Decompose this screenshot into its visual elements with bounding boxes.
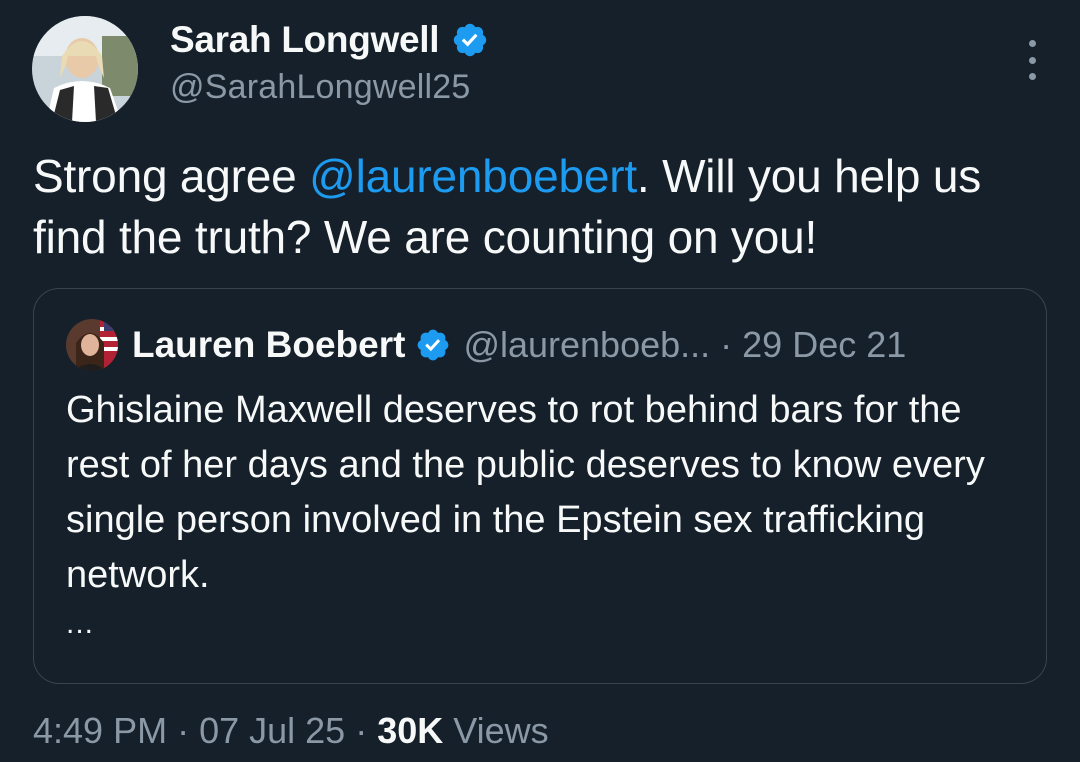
- meta-separator: ·: [177, 710, 200, 751]
- author-handle[interactable]: @SarahLongwell25: [170, 68, 470, 107]
- quoted-date: 29 Dec 21: [742, 324, 907, 365]
- quoted-author-name: Lauren Boebert: [132, 324, 406, 365]
- tweet-text-start: Strong agree: [33, 150, 310, 202]
- author-name[interactable]: Sarah Longwell: [170, 19, 440, 61]
- quoted-separator: ·: [720, 324, 733, 365]
- views-label[interactable]: Views: [453, 710, 548, 751]
- quoted-author-handle: @laurenboeb...: [463, 324, 711, 365]
- tweet-date[interactable]: 07 Jul 25: [199, 710, 345, 751]
- tweet-time[interactable]: 4:49 PM: [33, 710, 167, 751]
- views-count[interactable]: 30K: [377, 710, 443, 751]
- mention-link[interactable]: @laurenboebert: [309, 150, 637, 202]
- tweet-meta: 4:49 PM · 07 Jul 25 · 30K Views: [33, 710, 549, 752]
- dot: [1028, 56, 1036, 64]
- dot: [1028, 40, 1036, 47]
- tweet-text: Strong agree @laurenboebert. Will you he…: [33, 146, 1043, 268]
- quoted-verified-badge-icon: [415, 327, 451, 363]
- author-name-row: Sarah Longwell: [170, 16, 489, 64]
- quoted-tweet-ellipsis: ...: [66, 607, 95, 640]
- dot: [1028, 73, 1036, 80]
- quoted-tweet-text: Ghislaine Maxwell deserves to rot behind…: [66, 389, 985, 596]
- quoted-author-avatar: [66, 319, 118, 371]
- quoted-tweet-card[interactable]: Lauren Boebert @laurenboeb... · 29 Dec 2…: [33, 288, 1047, 684]
- quoted-tweet-header: Lauren Boebert @laurenboeb... · 29 Dec 2…: [66, 319, 906, 371]
- meta-separator: ·: [355, 710, 378, 751]
- more-options-icon[interactable]: [1020, 40, 1044, 80]
- tweet: Sarah Longwell @SarahLongwell25 Strong a…: [0, 0, 1080, 762]
- verified-badge-icon[interactable]: [451, 21, 489, 59]
- author-avatar[interactable]: [32, 16, 138, 122]
